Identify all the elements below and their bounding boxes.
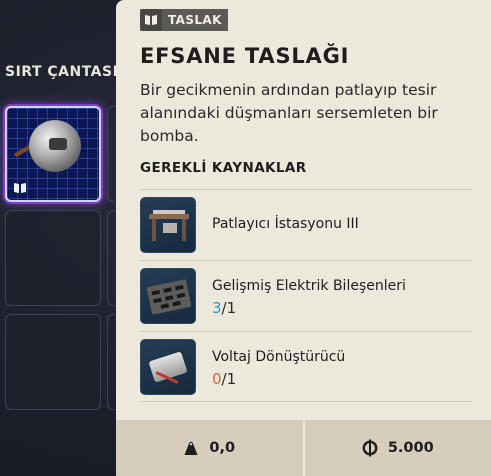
requirements-list: Patlayıcı İstasyonu III Gelişmiş Elektri…	[140, 189, 472, 402]
weight-icon	[184, 441, 198, 455]
required-resources-header: GEREKLİ KAYNAKLAR	[140, 160, 307, 176]
required-count: 1	[226, 299, 237, 317]
voltage-converter-icon	[140, 339, 196, 395]
requirement-name: Gelişmiş Elektrik Bileşenleri	[212, 278, 406, 294]
grenade-cap	[49, 138, 67, 150]
coin-icon	[362, 439, 378, 457]
weight-value: 0,0	[209, 440, 236, 456]
requirement-row: Voltaj Dönüştürücü 0/1	[140, 331, 472, 402]
book-icon	[140, 9, 162, 31]
circuit-board-icon	[140, 268, 196, 324]
item-tooltip-panel: TASLAK EFSANE TASLAĞI Bir gecikmenin ard…	[116, 0, 491, 476]
requirement-name: Patlayıcı İstasyonu III	[212, 216, 359, 232]
price-stat: 5.000	[302, 420, 491, 476]
weight-stat: 0,0	[116, 420, 303, 476]
owned-count: 3	[212, 299, 222, 317]
requirement-count: 3/1	[212, 299, 236, 317]
item-description: Bir gecikmenin ardından patlayıp tesir a…	[140, 81, 438, 145]
blueprint-tag-label: TASLAK	[162, 9, 228, 31]
requirement-name: Voltaj Dönüştürücü	[212, 349, 346, 365]
inventory-slot-empty[interactable]	[5, 314, 101, 410]
requirement-row: Patlayıcı İstasyonu III	[140, 189, 472, 260]
owned-count: 0	[212, 370, 222, 388]
backpack-section-title: SIRT ÇANTASI	[5, 64, 119, 80]
workbench-icon	[140, 197, 196, 253]
price-value: 5.000	[387, 440, 434, 456]
blueprint-tag: TASLAK	[140, 9, 228, 31]
inventory-slot-partial[interactable]	[107, 210, 115, 306]
item-title: EFSANE TASLAĞI	[140, 44, 350, 68]
item-stats-footer: 0,0 5.000	[116, 420, 491, 476]
inventory-slot-partial[interactable]	[107, 314, 115, 410]
inventory-slot-partial[interactable]	[107, 106, 115, 202]
inventory-slot-empty[interactable]	[5, 210, 101, 306]
requirement-row: Gelişmiş Elektrik Bileşenleri 3/1	[140, 260, 472, 331]
inventory-slot-grenade-blueprint[interactable]	[5, 106, 101, 202]
required-count: 1	[226, 370, 237, 388]
requirement-count: 0/1	[212, 370, 236, 388]
book-icon	[14, 183, 26, 193]
